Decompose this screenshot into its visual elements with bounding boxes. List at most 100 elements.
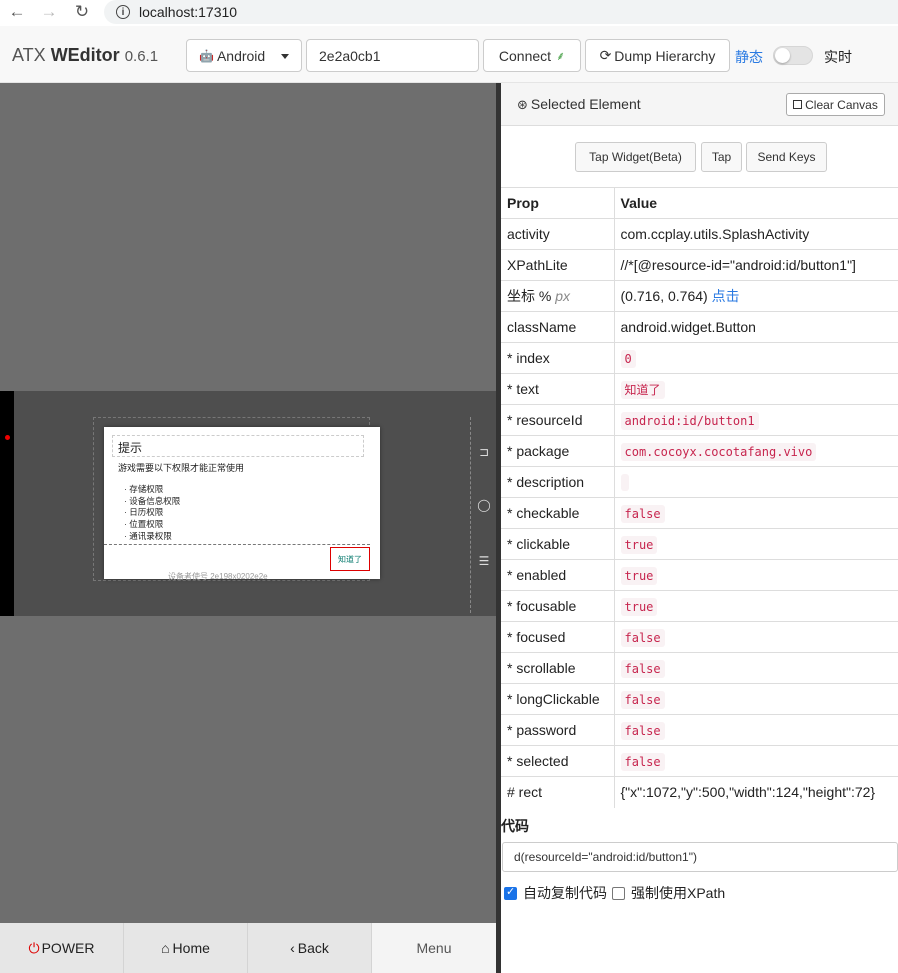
table-row: * clickable true <box>501 528 898 560</box>
address-bar[interactable]: i localhost:17310 <box>104 0 898 24</box>
tap-button[interactable]: Tap <box>701 142 742 172</box>
serial-input[interactable]: 2e2a0cb1 <box>306 39 479 72</box>
prop-key: * focusable <box>501 590 615 622</box>
prop-code-value[interactable]: true <box>620 598 658 616</box>
list-item: 存储权限 <box>124 484 180 496</box>
live-mode-toggle[interactable] <box>773 46 813 65</box>
connect-button[interactable]: Connect ⸙ <box>483 39 581 72</box>
force-xpath-label: 强制使用XPath <box>631 885 726 901</box>
prop-key: * resourceId <box>501 404 615 436</box>
site-info-icon[interactable]: i <box>116 5 130 19</box>
table-row: 坐标 % px (0.716, 0.764) 点击 <box>501 280 898 312</box>
clear-canvas-label: Clear Canvas <box>805 97 878 112</box>
prop-key: * longClickable <box>501 683 615 715</box>
coordinate-value[interactable]: (0.716, 0.764) <box>621 288 708 304</box>
prop-value[interactable]: {"x":1072,"y":500,"width":124,"height":7… <box>614 776 898 808</box>
prop-code-value[interactable] <box>620 473 629 491</box>
back-button[interactable]: ‹ Back <box>248 923 372 973</box>
prop-value: false <box>614 497 898 529</box>
square-icon <box>793 100 803 109</box>
permission-dialog[interactable]: 提示 游戏需要以下权限才能正常使用 存储权限 设备信息权限 日历权限 位置权限 … <box>104 427 380 579</box>
power-button[interactable]: ⏻ POWER <box>0 923 124 973</box>
dump-hierarchy-button[interactable]: ⟳ Dump Hierarchy <box>585 39 730 72</box>
prop-code-value[interactable]: false <box>620 660 665 678</box>
table-row: * password false <box>501 714 898 746</box>
device-canvas[interactable]: 提示 游戏需要以下权限才能正常使用 存储权限 设备信息权限 日历权限 位置权限 … <box>0 83 496 973</box>
table-row: * checkable false <box>501 497 898 529</box>
device-screenshot[interactable]: 提示 游戏需要以下权限才能正常使用 存储权限 设备信息权限 日历权限 位置权限 … <box>0 391 496 616</box>
table-row: * resourceId android:id/button1 <box>501 404 898 436</box>
device-edge <box>0 391 14 616</box>
platform-select[interactable]: 🤖 Android <box>186 39 302 72</box>
panel-header: ⊛ Selected Element Clear Canvas <box>501 83 898 126</box>
leaf-icon: ⸙ <box>556 49 566 63</box>
recent-apps-icon[interactable]: ⊐ <box>475 443 493 461</box>
platform-value: Android <box>216 47 266 64</box>
code-options: 自动复制代码 强制使用XPath <box>502 883 725 903</box>
prop-code-value[interactable]: android:id/button1 <box>620 412 759 430</box>
panel-title: ⊛ Selected Element <box>517 96 641 113</box>
forward-arrow-icon[interactable]: → <box>38 1 60 23</box>
ok-button[interactable]: 知道了 <box>330 547 370 571</box>
table-row: * text 知道了 <box>501 373 898 405</box>
prop-key-suffix: px <box>555 288 571 304</box>
prop-value[interactable]: android.widget.Button <box>614 311 898 343</box>
prop-value: 知道了 <box>614 373 898 405</box>
prop-value: false <box>614 714 898 746</box>
device-control-bar: ⏻ POWER ⌂ Home ‹ Back Menu <box>0 923 496 973</box>
browser-toolbar: ← → ↻ i localhost:17310 <box>0 0 898 26</box>
prop-code-value[interactable]: 知道了 <box>620 380 665 399</box>
click-coordinate-link[interactable]: 点击 <box>712 288 740 304</box>
brand-version: 0.6.1 <box>124 48 159 65</box>
table-row: XPathLite//*[@resource-id="android:id/bu… <box>501 249 898 281</box>
menu-lines-icon[interactable]: ☰ <box>475 552 493 570</box>
send-keys-button[interactable]: Send Keys <box>746 142 827 172</box>
prop-code-value[interactable]: false <box>620 691 665 709</box>
list-item: 日历权限 <box>124 507 180 519</box>
prop-key: * package <box>501 435 615 467</box>
force-xpath-checkbox[interactable] <box>612 886 625 900</box>
table-row: * focused false <box>501 621 898 653</box>
prop-code-value[interactable]: false <box>620 722 665 740</box>
table-row: * scrollable false <box>501 652 898 684</box>
prop-code-value[interactable]: 0 <box>620 350 636 368</box>
clear-canvas-button[interactable]: Clear Canvas <box>786 93 885 116</box>
home-label: Home <box>172 940 210 956</box>
back-arrow-icon[interactable]: ← <box>6 1 28 23</box>
table-row: * focusable true <box>501 590 898 622</box>
home-button[interactable]: ⌂ Home <box>124 923 248 973</box>
prop-code-value[interactable]: true <box>620 567 658 585</box>
title-bounds <box>112 435 364 457</box>
prop-code-value[interactable]: false <box>620 505 665 523</box>
tap-widget-button[interactable]: Tap Widget(Beta) <box>575 142 696 172</box>
table-row: className android.widget.Button <box>501 311 898 343</box>
home-icon: ⌂ <box>161 940 170 956</box>
prop-value: true <box>614 590 898 622</box>
prop-code-value[interactable]: false <box>620 753 665 771</box>
prop-code-value[interactable]: com.cocoyx.cocotafang.vivo <box>620 443 817 461</box>
prop-value: com.cocoyx.cocotafang.vivo <box>614 435 898 467</box>
reload-icon[interactable]: ↻ <box>71 1 93 23</box>
permission-list: 存储权限 设备信息权限 日历权限 位置权限 通讯录权限 <box>124 484 180 543</box>
chevron-down-icon <box>281 54 289 59</box>
divider <box>104 544 370 545</box>
code-snippet-field[interactable]: d(resourceId="android:id/button1") <box>502 842 898 872</box>
prop-key: * scrollable <box>501 652 615 684</box>
properties-table: Prop Value activity com.ccplay.utils.Spla… <box>501 187 898 808</box>
prop-code-value[interactable]: false <box>620 629 665 647</box>
brand-product: WEditor <box>50 45 120 65</box>
prop-code-value[interactable]: true <box>620 536 658 554</box>
auto-copy-checkbox[interactable] <box>504 885 517 900</box>
home-circle-icon[interactable]: ◯ <box>475 496 493 514</box>
table-row: * index 0 <box>501 342 898 374</box>
menu-button[interactable]: Menu <box>372 923 496 973</box>
red-dot-marker <box>5 435 10 440</box>
prop-key: * focused <box>501 621 615 653</box>
auto-copy-label: 自动复制代码 <box>523 885 607 901</box>
list-item: 设备信息权限 <box>124 496 180 508</box>
brand-logo: ATX WEditor 0.6.1 <box>12 45 158 66</box>
prop-value[interactable]: com.ccplay.utils.SplashActivity <box>614 218 898 250</box>
table-row: activity com.ccplay.utils.SplashActivity <box>501 218 898 250</box>
prop-value: (0.716, 0.764) 点击 <box>614 280 898 312</box>
prop-value[interactable]: //*[@resource-id="android:id/button1"] <box>614 249 898 281</box>
